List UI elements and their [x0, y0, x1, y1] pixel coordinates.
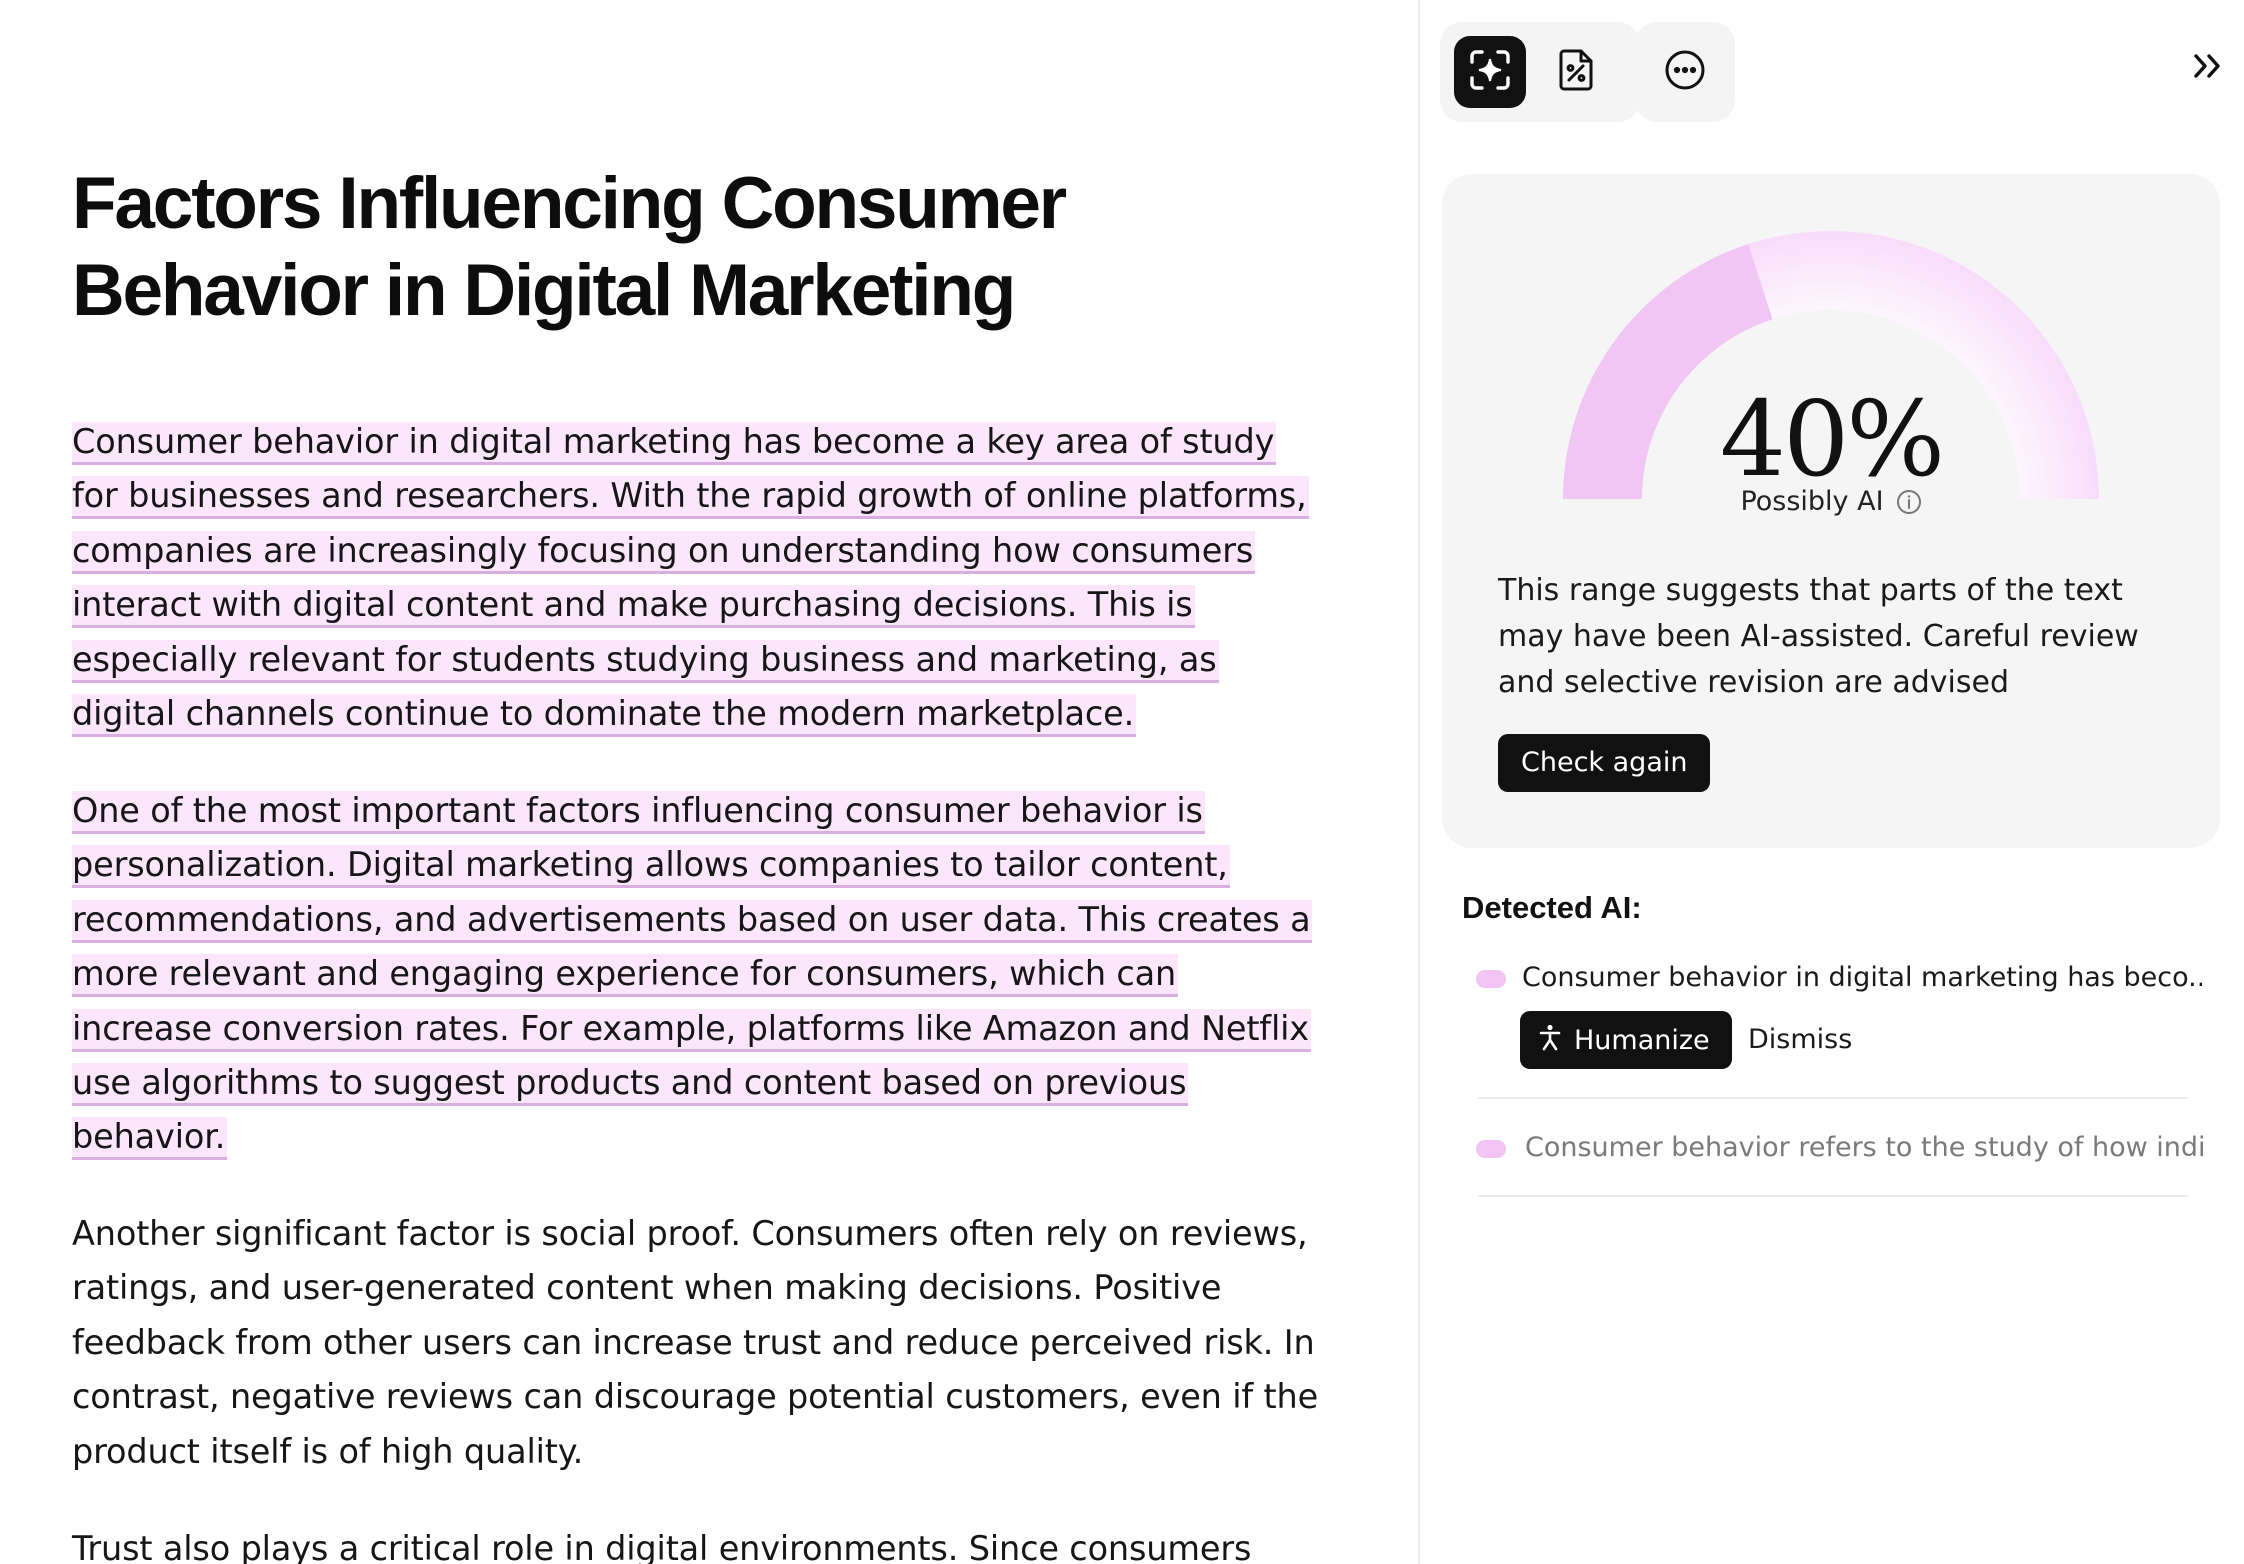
item-divider — [1478, 1097, 2188, 1099]
ai-marker-dot — [1476, 970, 1506, 988]
detected-item-text[interactable]: Consumer behavior in digital marketing h… — [1522, 958, 2202, 998]
paragraph-4[interactable]: Trust also plays a critical role in digi… — [72, 1522, 1372, 1564]
text-line: Trust also plays a critical role in digi… — [72, 1529, 1252, 1564]
more-options-icon — [1663, 48, 1707, 97]
ai-highlight-line[interactable]: more relevant and engaging experience fo… — [72, 954, 1179, 998]
item-divider — [1478, 1195, 2188, 1197]
score-percent: 40% — [1719, 378, 1945, 500]
score-label-row: Possibly AI — [1442, 486, 2220, 517]
ai-highlight-line[interactable]: recommendations, and advertisements base… — [72, 899, 1313, 943]
ai-highlight-line[interactable]: interact with digital content and make p… — [72, 585, 1195, 629]
mode-toolbar — [1440, 22, 1640, 122]
text-line: contrast, negative reviews can discourag… — [72, 1377, 1319, 1417]
text-line: Another significant factor is social pro… — [72, 1214, 1308, 1253]
ai-highlight-line[interactable]: personalization. Digital marketing allow… — [72, 845, 1230, 889]
title-line-1: Factors Influencing Consumer — [72, 163, 1067, 244]
detected-ai-heading: Detected AI: — [1462, 890, 1642, 925]
more-options-button[interactable] — [1649, 36, 1721, 108]
humanize-label: Humanize — [1574, 1024, 1710, 1056]
paragraph-3[interactable]: Another significant factor is social pro… — [72, 1207, 1372, 1479]
ai-highlight-line[interactable]: for businesses and researchers. With the… — [72, 476, 1309, 520]
plagiarism-check-button[interactable] — [1540, 36, 1612, 108]
person-icon — [1538, 1023, 1562, 1058]
double-chevron-right-icon — [2191, 51, 2225, 86]
check-again-button[interactable]: Check again — [1498, 734, 1711, 792]
text-line: feedback from other users can increase t… — [72, 1322, 1315, 1362]
title-line-2: Behavior in Digital Marketing — [72, 250, 1016, 331]
ai-highlight-line[interactable]: behavior. — [72, 1117, 228, 1161]
humanize-button[interactable]: Humanize — [1520, 1011, 1732, 1069]
document-percent-icon — [1556, 48, 1596, 97]
ai-scan-button[interactable] — [1454, 36, 1526, 108]
collapse-panel-button[interactable] — [2186, 46, 2230, 90]
ai-highlight-line[interactable]: One of the most important factors influe… — [72, 791, 1205, 834]
ai-detector-panel: 40% Possibly AI This range suggests that… — [1420, 0, 2244, 1564]
info-icon[interactable] — [1896, 489, 1922, 515]
ai-highlight-line[interactable]: increase conversion rates. For example, … — [72, 1008, 1311, 1052]
ai-scan-icon — [1467, 47, 1513, 98]
document-editor[interactable]: Factors Influencing Consumer Behavior in… — [0, 0, 1418, 1564]
ai-highlight-line[interactable]: Consumer behavior in digital marketing h… — [72, 422, 1277, 465]
score-description: This range suggests that parts of the te… — [1498, 573, 2139, 700]
document-title[interactable]: Factors Influencing Consumer Behavior in… — [72, 160, 1312, 334]
detected-item-text[interactable]: Consumer behavior refers to the study of… — [1525, 1128, 2205, 1168]
score-label: Possibly AI — [1740, 486, 1884, 517]
ai-score-card: 40% Possibly AI This range suggests that… — [1442, 174, 2220, 848]
ai-marker-dot — [1476, 1140, 1506, 1158]
paragraph-1[interactable]: Consumer behavior in digital marketing h… — [72, 415, 1372, 741]
more-toolbar — [1635, 22, 1735, 122]
ai-highlight-line[interactable]: especially relevant for students studyin… — [72, 639, 1219, 683]
ai-highlight-line[interactable]: companies are increasingly focusing on u… — [72, 530, 1256, 574]
text-line: product itself is of high quality. — [72, 1431, 584, 1471]
score-value-wrap: 40% — [1442, 384, 2220, 494]
text-line: ratings, and user-generated content when… — [72, 1268, 1222, 1308]
dismiss-button[interactable]: Dismiss — [1748, 1011, 1852, 1069]
paragraph-2[interactable]: One of the most important factors influe… — [72, 784, 1372, 1165]
ai-highlight-line[interactable]: use algorithms to suggest products and c… — [72, 1063, 1189, 1107]
ai-highlight-line[interactable]: digital channels continue to dominate th… — [72, 694, 1137, 738]
